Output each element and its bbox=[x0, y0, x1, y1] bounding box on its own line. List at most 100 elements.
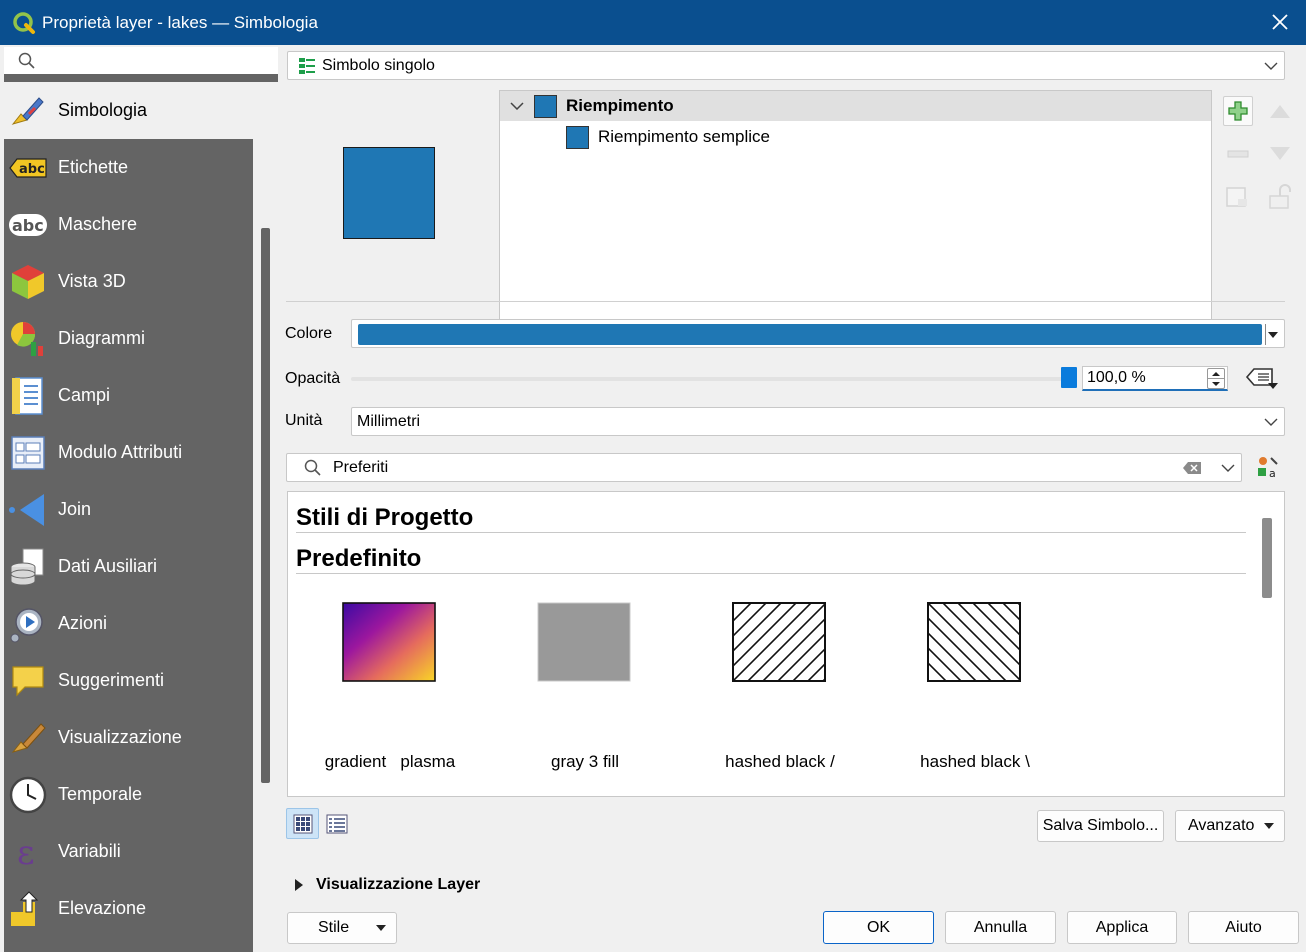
unit-combo[interactable]: Millimetri bbox=[351, 407, 1285, 436]
symbol-tree-child-row[interactable]: Riempimento semplice bbox=[500, 122, 1211, 152]
apply-button[interactable]: Applica bbox=[1067, 911, 1177, 944]
sidebar-search[interactable] bbox=[4, 47, 278, 75]
renderer-combo[interactable]: Simbolo singolo bbox=[287, 51, 1285, 80]
sidebar-divider bbox=[4, 74, 278, 82]
sidebar-item-label: Simbologia bbox=[58, 100, 148, 120]
symbol-child-label: Riempimento semplice bbox=[598, 127, 770, 146]
add-symbol-layer-button[interactable] bbox=[1223, 96, 1253, 126]
abc-label-icon: abc bbox=[8, 148, 48, 188]
opacity-spinbox[interactable]: 100,0 % bbox=[1082, 366, 1228, 391]
sidebar-item-etichette[interactable]: abc Etichette bbox=[4, 139, 253, 196]
advanced-button[interactable]: Avanzato bbox=[1175, 810, 1285, 842]
remove-symbol-layer-button[interactable] bbox=[1223, 139, 1253, 169]
chevron-down-icon bbox=[1264, 418, 1278, 426]
triangle-right-icon bbox=[295, 879, 303, 891]
sidebar-item-simbologia[interactable]: Simbologia bbox=[4, 82, 253, 139]
sidebar-item-temporale[interactable]: Temporale bbox=[4, 766, 253, 823]
list-view-button[interactable] bbox=[320, 808, 353, 839]
dropdown-arrow-icon bbox=[376, 925, 386, 931]
move-down-button[interactable] bbox=[1265, 139, 1295, 169]
sidebar-item-label: Azioni bbox=[58, 613, 108, 633]
sidebar-item-dati-ausiliari[interactable]: Dati Ausiliari bbox=[4, 538, 253, 595]
sidebar-search-input[interactable] bbox=[44, 49, 264, 73]
chevron-down-icon[interactable] bbox=[1221, 464, 1235, 472]
symbol-item-hatch-back[interactable]: hashed black \ bbox=[885, 602, 1065, 782]
layer-rendering-label: Visualizzazione Layer bbox=[316, 876, 481, 893]
move-up-button[interactable] bbox=[1265, 96, 1295, 126]
sidebar-item-campi[interactable]: Campi bbox=[4, 367, 253, 424]
sidebar-item-elevazione[interactable]: Elevazione bbox=[4, 880, 253, 937]
help-button[interactable]: Aiuto bbox=[1188, 911, 1299, 944]
sidebar-item-label: Campi bbox=[58, 385, 111, 405]
title-bar: Proprietà layer - lakes — Simbologia bbox=[0, 0, 1306, 45]
style-search-box[interactable] bbox=[286, 453, 1242, 482]
join-icon bbox=[8, 490, 48, 530]
sidebar-item-join[interactable]: Join bbox=[4, 481, 253, 538]
opacity-slider[interactable] bbox=[351, 377, 1071, 381]
sidebar-list: Simbologia abc Etichette abc Maschere Vista 3… bbox=[4, 82, 253, 952]
clear-text-icon[interactable] bbox=[1182, 461, 1202, 475]
symbol-item-hatch-forward[interactable]: hashed black / bbox=[690, 602, 870, 782]
symbol-item-gray[interactable]: gray 3 fill bbox=[495, 602, 675, 782]
style-menu-button[interactable]: Stile bbox=[287, 912, 397, 944]
triangle-up-icon bbox=[1270, 105, 1290, 118]
opacity-slider-handle[interactable] bbox=[1061, 367, 1077, 388]
paintbrush-icon bbox=[8, 91, 48, 131]
sidebar-item-vista-3d[interactable]: Vista 3D bbox=[4, 253, 253, 310]
sidebar-item-label: Vista 3D bbox=[58, 271, 126, 291]
color-swatch-bar bbox=[358, 324, 1262, 345]
symbol-tree-root-row[interactable]: Riempimento bbox=[500, 91, 1211, 121]
sidebar-scrollbar-thumb[interactable] bbox=[261, 228, 270, 783]
sidebar-item-maschere[interactable]: abc Maschere bbox=[4, 196, 253, 253]
epsilon-icon: ε bbox=[8, 832, 48, 872]
lock-layer-button[interactable] bbox=[1265, 182, 1295, 212]
symbol-name: hashed black / bbox=[725, 752, 835, 771]
sidebar-item-label: Temporale bbox=[58, 784, 143, 804]
sidebar-item-label: Modulo Attributi bbox=[58, 442, 183, 462]
duplicate-symbol-layer-button[interactable] bbox=[1223, 182, 1253, 212]
group-title-default: Predefinito bbox=[296, 545, 422, 572]
gradient-plasma-thumb bbox=[342, 602, 436, 682]
cancel-button[interactable]: Annulla bbox=[945, 911, 1056, 944]
sidebar-item-modulo-attributi[interactable]: Modulo Attributi bbox=[4, 424, 253, 481]
sidebar-item-suggerimenti[interactable]: Suggerimenti bbox=[4, 652, 253, 709]
data-defined-override-icon[interactable] bbox=[1244, 365, 1280, 391]
minus-icon bbox=[1227, 150, 1249, 158]
opacity-stepper[interactable] bbox=[1207, 368, 1225, 389]
sidebar-item-diagrammi[interactable]: Diagrammi bbox=[4, 310, 253, 367]
gallery-scrollbar-thumb[interactable] bbox=[1262, 518, 1272, 598]
chevron-down-icon[interactable] bbox=[510, 102, 524, 110]
ok-button[interactable]: OK bbox=[823, 911, 934, 944]
sidebar-item-visualizzazione[interactable]: Visualizzazione bbox=[4, 709, 253, 766]
symbology-panel: Simbolo singolo Riempimento Riempimento … bbox=[278, 45, 1306, 952]
duplicate-icon bbox=[1226, 187, 1247, 207]
stepper-down-icon[interactable] bbox=[1208, 378, 1224, 388]
symbol-item-gradient[interactable]: gradient plasma bbox=[300, 602, 480, 782]
window-title: Proprietà layer - lakes — Simbologia bbox=[42, 12, 318, 32]
advanced-label: Avanzato bbox=[1188, 817, 1255, 834]
dropdown-arrow-icon[interactable] bbox=[1267, 331, 1279, 339]
rendering-brush-icon bbox=[8, 718, 48, 758]
unit-value: Millimetri bbox=[357, 412, 421, 430]
fields-icon bbox=[8, 376, 48, 416]
cube-3d-icon bbox=[8, 262, 48, 302]
sidebar-item-variabili[interactable]: ε Variabili bbox=[4, 823, 253, 880]
color-button[interactable] bbox=[351, 319, 1285, 348]
elevation-icon bbox=[8, 889, 48, 929]
actions-gear-icon bbox=[8, 604, 48, 644]
close-icon[interactable] bbox=[1268, 10, 1292, 34]
sidebar-item-label: Maschere bbox=[58, 214, 138, 234]
sidebar-item-azioni[interactable]: Azioni bbox=[4, 595, 253, 652]
save-symbol-button[interactable]: Salva Simbolo... bbox=[1037, 810, 1164, 842]
plus-icon bbox=[1228, 101, 1248, 121]
icon-view-button[interactable] bbox=[286, 808, 319, 839]
simple-fill-swatch bbox=[566, 125, 589, 149]
stepper-up-icon[interactable] bbox=[1208, 369, 1224, 378]
layer-rendering-section[interactable]: Visualizzazione Layer bbox=[294, 876, 480, 894]
sidebar-item-label: Etichette bbox=[58, 157, 129, 177]
group-divider bbox=[296, 573, 1246, 574]
section-separator bbox=[286, 301, 1285, 302]
style-manager-icon[interactable]: a bbox=[1257, 456, 1279, 480]
symbol-name: hashed black \ bbox=[920, 752, 1030, 771]
style-search-input[interactable] bbox=[331, 457, 1131, 479]
